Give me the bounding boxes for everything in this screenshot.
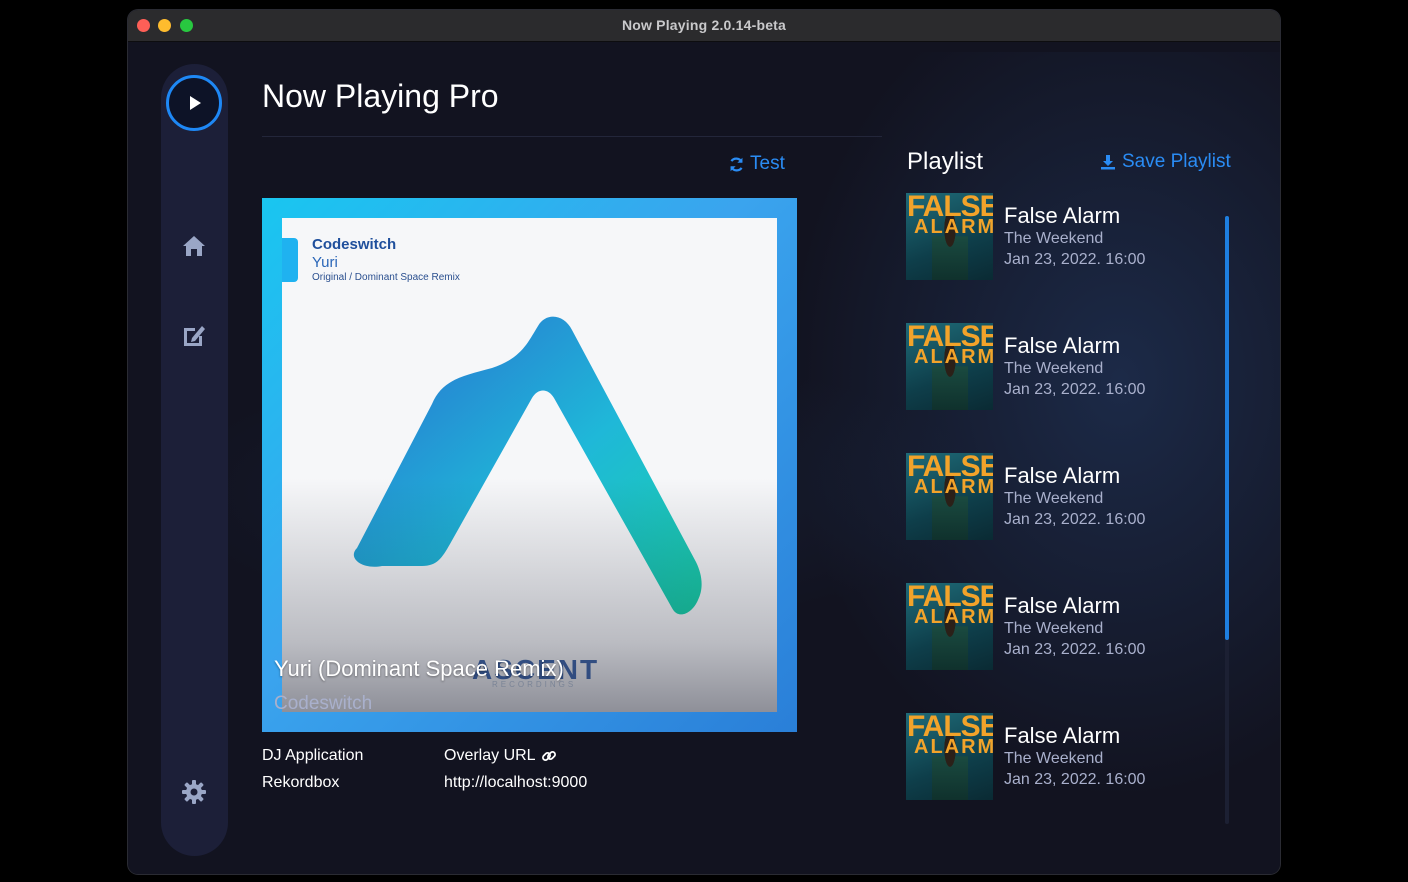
play-icon: [190, 96, 201, 110]
track-timestamp: Jan 23, 2022. 16:00: [1004, 381, 1146, 398]
test-button[interactable]: Test: [728, 153, 785, 175]
sidebar-item-home[interactable]: [180, 232, 208, 260]
title-bar: Now Playing 2.0.14-beta: [128, 10, 1280, 42]
page-title: Now Playing Pro: [262, 78, 499, 114]
sidebar-item-edit[interactable]: [180, 322, 208, 350]
window-title: Now Playing 2.0.14-beta: [621, 17, 787, 33]
now-playing-artwork: Codeswitch Yuri Original / Dominant Spac…: [262, 198, 797, 732]
track-timestamp: Jan 23, 2022. 16:00: [1004, 251, 1146, 268]
home-icon: [183, 236, 205, 256]
dj-application-value: Rekordbox: [262, 774, 340, 791]
dj-application-label: DJ Application: [262, 747, 364, 764]
playlist-scrollbar-thumb[interactable]: [1225, 216, 1229, 640]
track-title: False Alarm: [1004, 203, 1121, 228]
now-playing-title: Yuri (Dominant Space Remix): [274, 656, 564, 681]
overlay-url-label-row: Overlay URL: [444, 747, 557, 765]
track-thumbnail: FALSE ALARM: [906, 193, 993, 280]
track-artist: The Weekend: [1004, 490, 1104, 507]
playlist-item[interactable]: FALSE ALARM False Alarm The Weekend Jan …: [906, 713, 1226, 803]
track-thumbnail: FALSE ALARM: [906, 453, 993, 540]
track-artist: The Weekend: [1004, 360, 1104, 377]
thumbnail-word-2: ALARM: [914, 476, 993, 498]
edit-icon: [184, 326, 205, 346]
track-title: False Alarm: [1004, 593, 1121, 618]
thumbnail-word-2: ALARM: [914, 346, 993, 368]
track-artist: The Weekend: [1004, 230, 1104, 247]
overlay-url-label: Overlay URL: [444, 747, 536, 764]
overlay-url-value[interactable]: http://localhost:9000: [444, 774, 587, 792]
save-playlist-button[interactable]: Save Playlist: [1100, 151, 1231, 173]
playlist-list: FALSE ALARM False Alarm The Weekend Jan …: [906, 193, 1236, 803]
track-thumbnail: FALSE ALARM: [906, 713, 993, 800]
playlist-title: Playlist: [907, 148, 984, 175]
test-label: Test: [750, 153, 785, 174]
cover-track: Yuri: [312, 254, 338, 271]
track-timestamp: Jan 23, 2022. 16:00: [1004, 511, 1146, 528]
thumbnail-word-2: ALARM: [914, 606, 993, 628]
track-artist: The Weekend: [1004, 750, 1104, 767]
track-title: False Alarm: [1004, 333, 1121, 358]
track-title: False Alarm: [1004, 723, 1121, 748]
playlist-item[interactable]: FALSE ALARM False Alarm The Weekend Jan …: [906, 583, 1226, 673]
track-artist: The Weekend: [1004, 620, 1104, 637]
title-divider: [262, 136, 882, 137]
link-icon[interactable]: [541, 748, 557, 764]
sidebar-item-now-playing[interactable]: [166, 75, 222, 131]
track-thumbnail: FALSE ALARM: [906, 583, 993, 670]
album-cover: Codeswitch Yuri Original / Dominant Spac…: [282, 218, 777, 712]
cover-tab-decoration: [282, 238, 298, 282]
track-title: False Alarm: [1004, 463, 1121, 488]
refresh-icon: [730, 157, 743, 171]
playlist-item[interactable]: FALSE ALARM False Alarm The Weekend Jan …: [906, 193, 1226, 283]
playlist-item[interactable]: FALSE ALARM False Alarm The Weekend Jan …: [906, 453, 1226, 543]
cover-artist: Codeswitch: [312, 236, 397, 253]
sidebar-item-settings[interactable]: [180, 778, 208, 806]
playlist-item[interactable]: FALSE ALARM False Alarm The Weekend Jan …: [906, 323, 1226, 413]
save-playlist-label: Save Playlist: [1122, 151, 1231, 172]
track-thumbnail: FALSE ALARM: [906, 323, 993, 410]
cover-mix: Original / Dominant Space Remix: [312, 272, 460, 283]
playlist-scrollbar[interactable]: [1225, 216, 1229, 824]
track-timestamp: Jan 23, 2022. 16:00: [1004, 771, 1146, 788]
app-window: Now Playing 2.0.14-beta Now Playing Pro …: [128, 10, 1280, 874]
gear-icon: [182, 780, 206, 804]
track-timestamp: Jan 23, 2022. 16:00: [1004, 641, 1146, 658]
app-content: Now Playing Pro Test Codeswitch Yuri Ori…: [128, 42, 1280, 874]
now-playing-artist: Codeswitch: [274, 693, 373, 714]
sidebar: [161, 64, 228, 856]
download-icon: [1101, 155, 1115, 170]
thumbnail-word-2: ALARM: [914, 216, 993, 238]
thumbnail-word-2: ALARM: [914, 736, 993, 758]
